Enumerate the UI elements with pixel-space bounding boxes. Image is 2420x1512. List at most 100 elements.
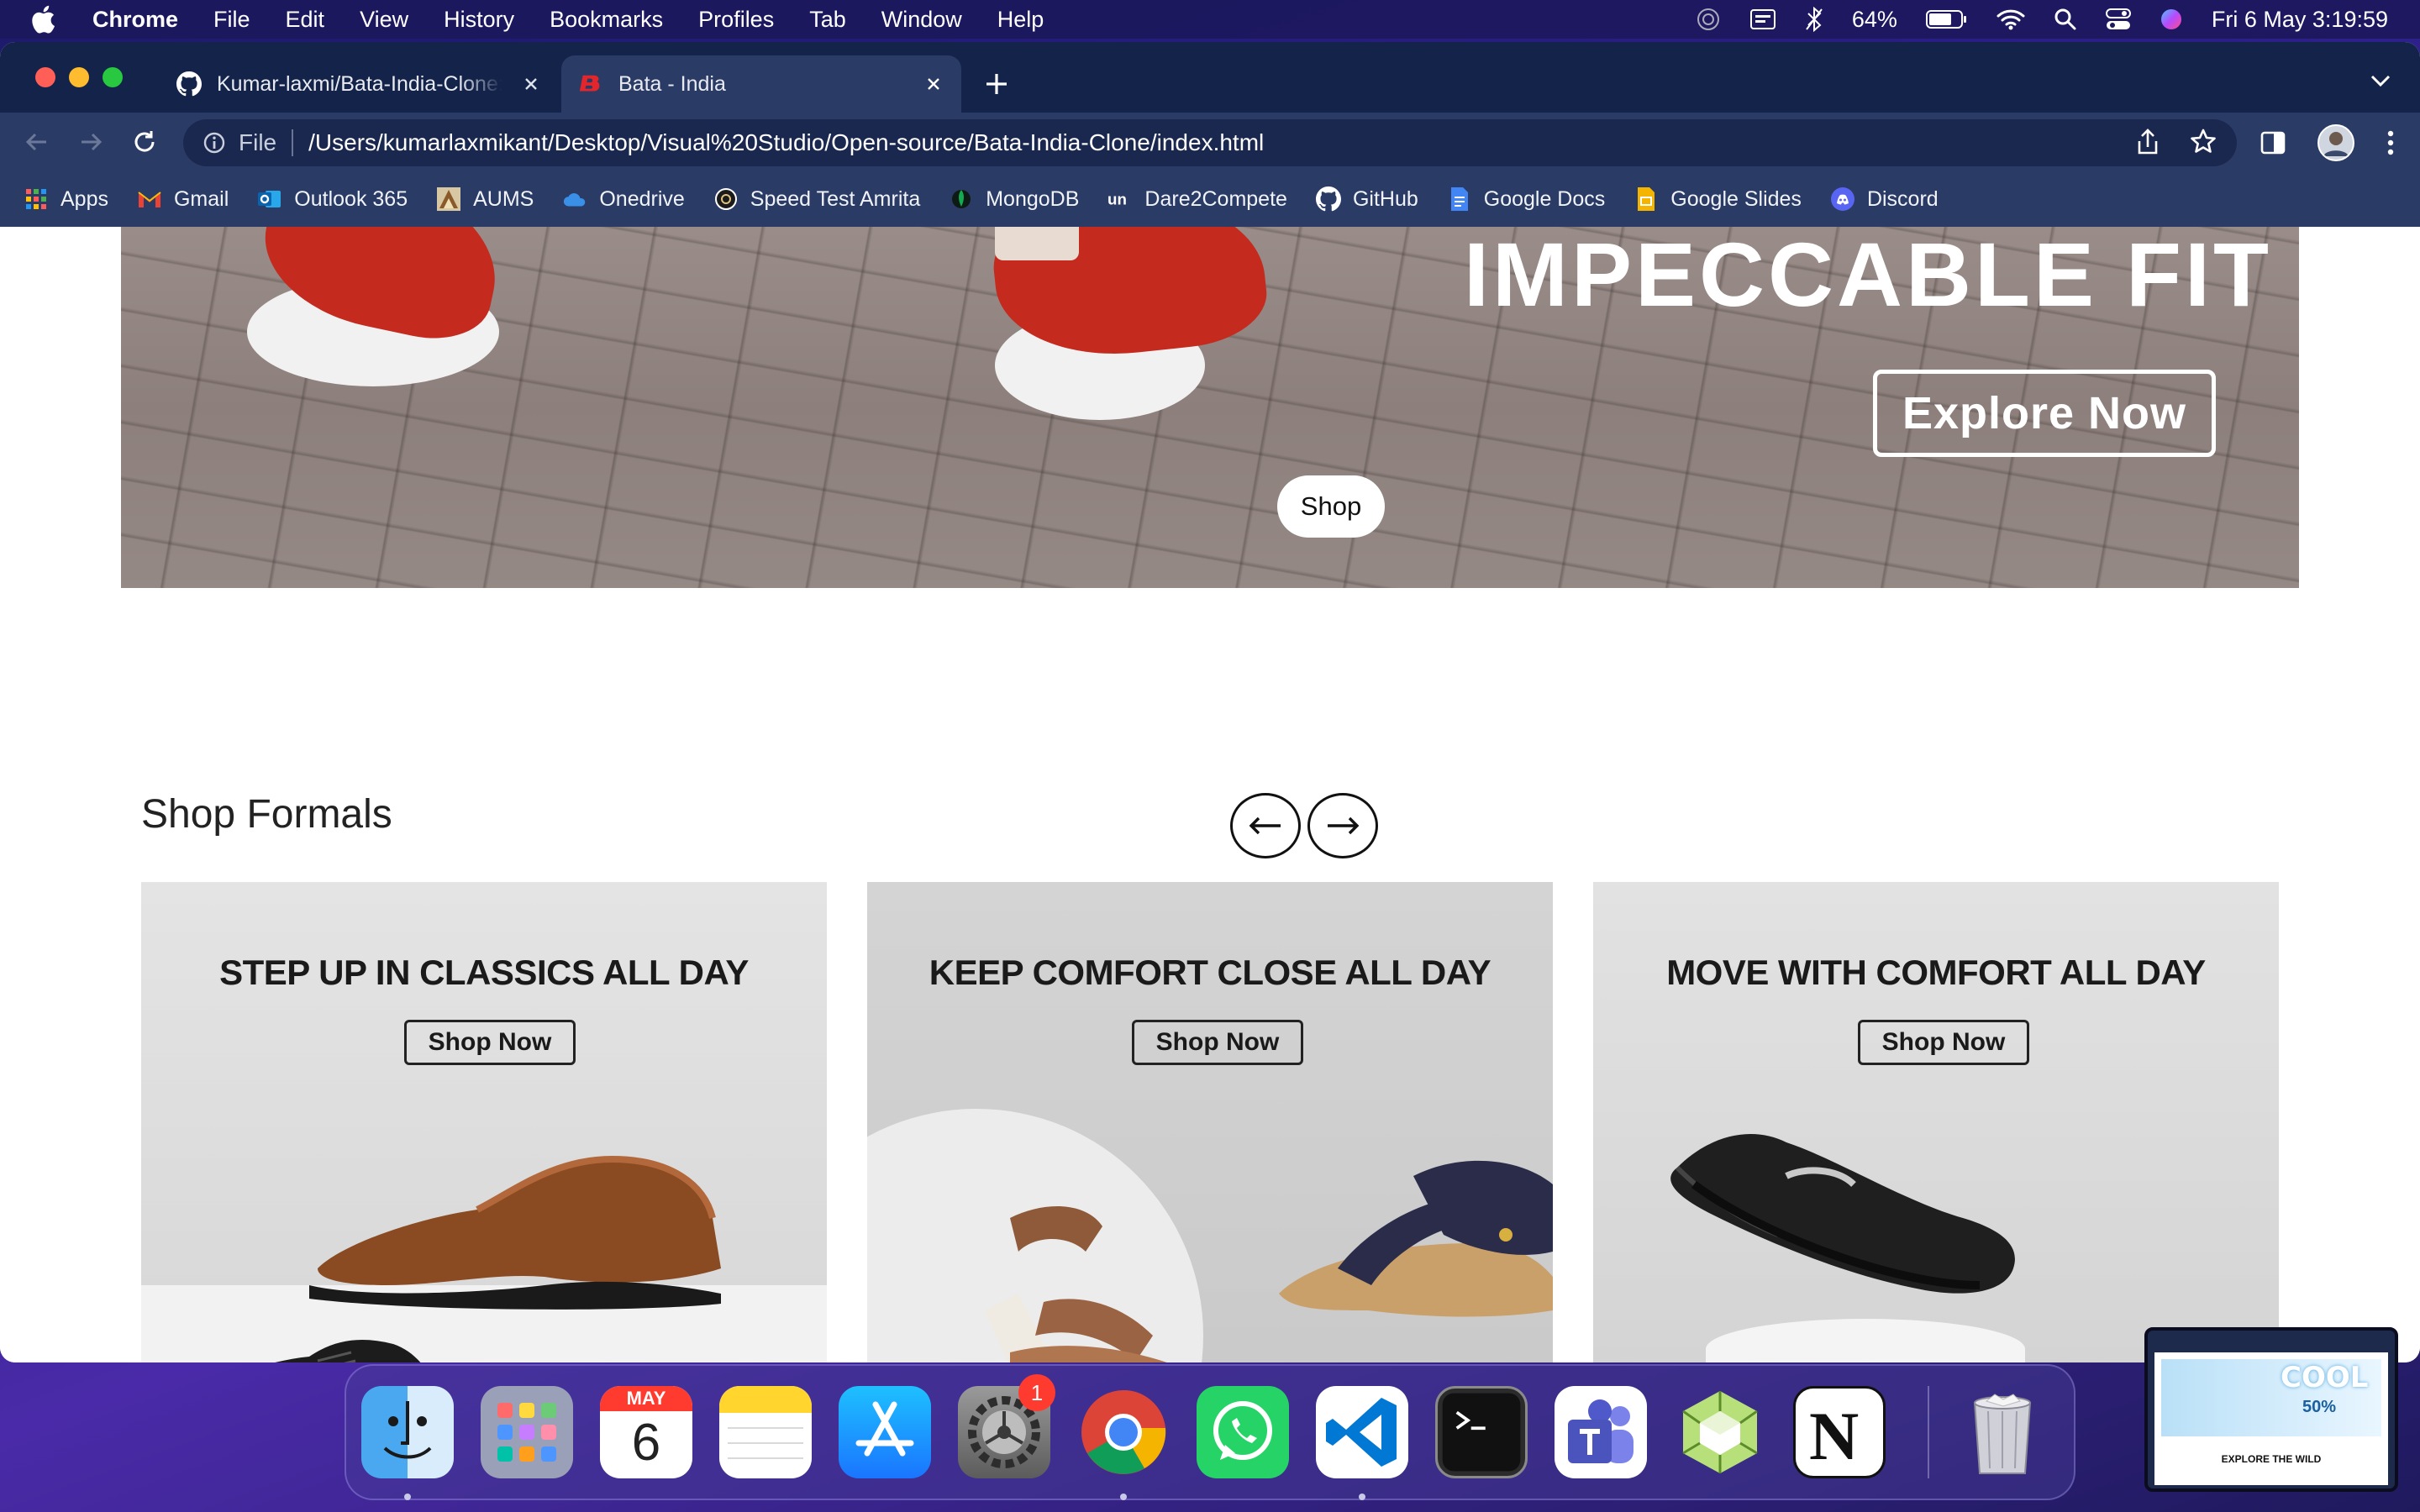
- window-close-button[interactable]: [35, 67, 55, 87]
- carousel-prev-button[interactable]: [1230, 793, 1301, 858]
- carousel-next-button[interactable]: [1307, 793, 1378, 858]
- black-oxford-image: [275, 1340, 421, 1362]
- menu-bookmarks[interactable]: Bookmarks: [550, 7, 663, 33]
- vscode-icon[interactable]: [1316, 1386, 1408, 1478]
- menu-tab[interactable]: Tab: [809, 7, 846, 33]
- bookmark-onedrive[interactable]: Onedrive: [562, 186, 685, 212]
- finder-icon[interactable]: [361, 1386, 454, 1478]
- product-card-comfort-close[interactable]: KEEP COMFORT CLOSE ALL DAY Shop Now: [867, 882, 1553, 1362]
- tab-github[interactable]: Kumar-laxmi/Bata-India-Clone: A: [168, 55, 559, 113]
- window-preview-thumbnail[interactable]: COOL 50% EXPLORE THE WILD: [2144, 1327, 2398, 1492]
- preview-headline: COOL: [2281, 1361, 2369, 1394]
- menu-app-chrome[interactable]: Chrome: [92, 7, 178, 33]
- product-card-move-comfort[interactable]: MOVE WITH COMFORT ALL DAY Shop Now: [1593, 882, 2279, 1362]
- menu-view[interactable]: View: [360, 7, 408, 33]
- bookmarks-bar: Apps Gmail Outlook 365 AUMS Onedrive Spe…: [0, 171, 2420, 227]
- product-card-classics[interactable]: STEP UP IN CLASSICS ALL DAY Shop Now: [141, 882, 827, 1362]
- airdrop-icon[interactable]: [1696, 7, 1721, 32]
- app-store-icon[interactable]: [839, 1386, 931, 1478]
- bookmark-dare2compete[interactable]: un Dare2Compete: [1107, 186, 1287, 212]
- slide-sandal-image: [1279, 1160, 1553, 1317]
- tab-bata-india[interactable]: Bata - India: [561, 55, 961, 113]
- shop-now-button[interactable]: Shop Now: [1858, 1020, 2029, 1065]
- running-indicator: [1120, 1494, 1127, 1500]
- keyboard-input-icon[interactable]: [1749, 8, 1776, 30]
- speedtest-icon: [713, 186, 739, 212]
- bookmark-star-icon[interactable]: [2190, 128, 2217, 162]
- reload-icon[interactable]: [129, 127, 160, 157]
- bookmark-discord[interactable]: Discord: [1830, 186, 1939, 212]
- bookmark-google-docs[interactable]: Google Docs: [1447, 186, 1605, 212]
- side-panel-icon[interactable]: [2260, 131, 2286, 159]
- teams-icon[interactable]: [1555, 1386, 1647, 1478]
- window-zoom-button[interactable]: [103, 67, 123, 87]
- bluetooth-icon[interactable]: [1805, 7, 1823, 32]
- siri-icon[interactable]: [2160, 8, 2183, 31]
- notion-icon[interactable]: N: [1793, 1386, 1886, 1478]
- google-docs-icon: [1447, 186, 1472, 212]
- calendar-icon[interactable]: MAY 6: [600, 1386, 692, 1478]
- hero-banner[interactable]: IMPECCABLE FIT Explore Now Shop: [121, 227, 2299, 588]
- bookmark-google-slides[interactable]: Google Slides: [1634, 186, 1802, 212]
- tab-title: Kumar-laxmi/Bata-India-Clone: A: [217, 71, 502, 96]
- spotlight-search-icon[interactable]: [2054, 8, 2077, 31]
- menu-help[interactable]: Help: [997, 7, 1044, 33]
- bookmark-outlook[interactable]: Outlook 365: [257, 186, 408, 212]
- shop-now-button[interactable]: Shop Now: [404, 1020, 576, 1065]
- wifi-icon[interactable]: [1996, 8, 2025, 30]
- bookmark-speed-test[interactable]: Speed Test Amrita: [713, 186, 920, 212]
- bookmark-label: Gmail: [173, 186, 229, 211]
- address-bar[interactable]: File /Users/kumarlaxmikant/Desktop/Visua…: [183, 119, 2237, 166]
- web-page: IMPECCABLE FIT Explore Now Shop Shop For…: [0, 227, 2420, 1362]
- preview-page: COOL 50% EXPLORE THE WILD: [2154, 1352, 2388, 1485]
- control-center-icon[interactable]: [2105, 8, 2131, 31]
- menu-history[interactable]: History: [444, 7, 514, 33]
- outlook-icon: [257, 186, 282, 212]
- whatsapp-icon[interactable]: [1197, 1386, 1289, 1478]
- bookmark-label: Outlook 365: [294, 186, 408, 211]
- menu-window[interactable]: Window: [881, 7, 962, 33]
- bookmark-github[interactable]: GitHub: [1315, 186, 1418, 212]
- chrome-menu-icon[interactable]: [2386, 129, 2395, 160]
- tab-search-chevron-icon[interactable]: [2368, 72, 2393, 89]
- terminal-icon[interactable]: [1435, 1386, 1528, 1478]
- battery-icon[interactable]: [1925, 9, 1968, 29]
- bookmark-aums[interactable]: AUMS: [436, 186, 534, 212]
- url-text[interactable]: /Users/kumarlaxmikant/Desktop/Visual%20S…: [308, 129, 1264, 156]
- github-icon: [1315, 186, 1341, 212]
- menu-edit[interactable]: Edit: [286, 7, 325, 33]
- bookmark-mongodb[interactable]: MongoDB: [949, 186, 1079, 212]
- profile-avatar[interactable]: [2317, 124, 2354, 165]
- share-icon[interactable]: [2134, 128, 2161, 162]
- edge-letter: M: [2400, 1326, 2417, 1348]
- forward-arrow-icon[interactable]: [76, 127, 106, 157]
- svg-text:N: N: [1809, 1398, 1859, 1474]
- shop-now-button[interactable]: Shop Now: [1132, 1020, 1303, 1065]
- apple-menu-icon[interactable]: [30, 5, 64, 34]
- browser-toolbar: File /Users/kumarlaxmikant/Desktop/Visua…: [0, 113, 2420, 171]
- arrow-left-icon: [1249, 816, 1281, 835]
- bookmark-label: Apps: [60, 186, 108, 211]
- bookmark-apps[interactable]: Apps: [24, 186, 108, 212]
- explore-now-button[interactable]: Explore Now: [1873, 370, 2216, 457]
- back-arrow-icon[interactable]: [22, 127, 52, 157]
- tab-close-icon[interactable]: [921, 71, 946, 97]
- menu-file[interactable]: File: [213, 7, 250, 33]
- launchpad-icon[interactable]: [481, 1386, 573, 1478]
- notification-badge: 1: [1018, 1374, 1055, 1411]
- menubar-datetime[interactable]: Fri 6 May 3:19:59: [2212, 7, 2388, 33]
- chrome-icon[interactable]: [1077, 1386, 1170, 1478]
- bookmark-gmail[interactable]: Gmail: [137, 186, 229, 212]
- notes-icon[interactable]: [719, 1386, 812, 1478]
- site-info-icon[interactable]: [202, 130, 227, 155]
- menu-profiles[interactable]: Profiles: [698, 7, 774, 33]
- netbeans-icon[interactable]: [1674, 1386, 1766, 1478]
- status-area: 64% Fri 6 May 3:19:59: [1696, 0, 2388, 39]
- tab-close-icon[interactable]: [518, 71, 544, 97]
- preview-percent: 50%: [2302, 1398, 2337, 1416]
- new-tab-plus-icon[interactable]: [981, 69, 1012, 99]
- window-minimize-button[interactable]: [69, 67, 89, 87]
- shop-button[interactable]: Shop: [1277, 475, 1385, 538]
- bookmark-label: Onedrive: [599, 186, 685, 211]
- trash-icon[interactable]: [1956, 1386, 2049, 1478]
